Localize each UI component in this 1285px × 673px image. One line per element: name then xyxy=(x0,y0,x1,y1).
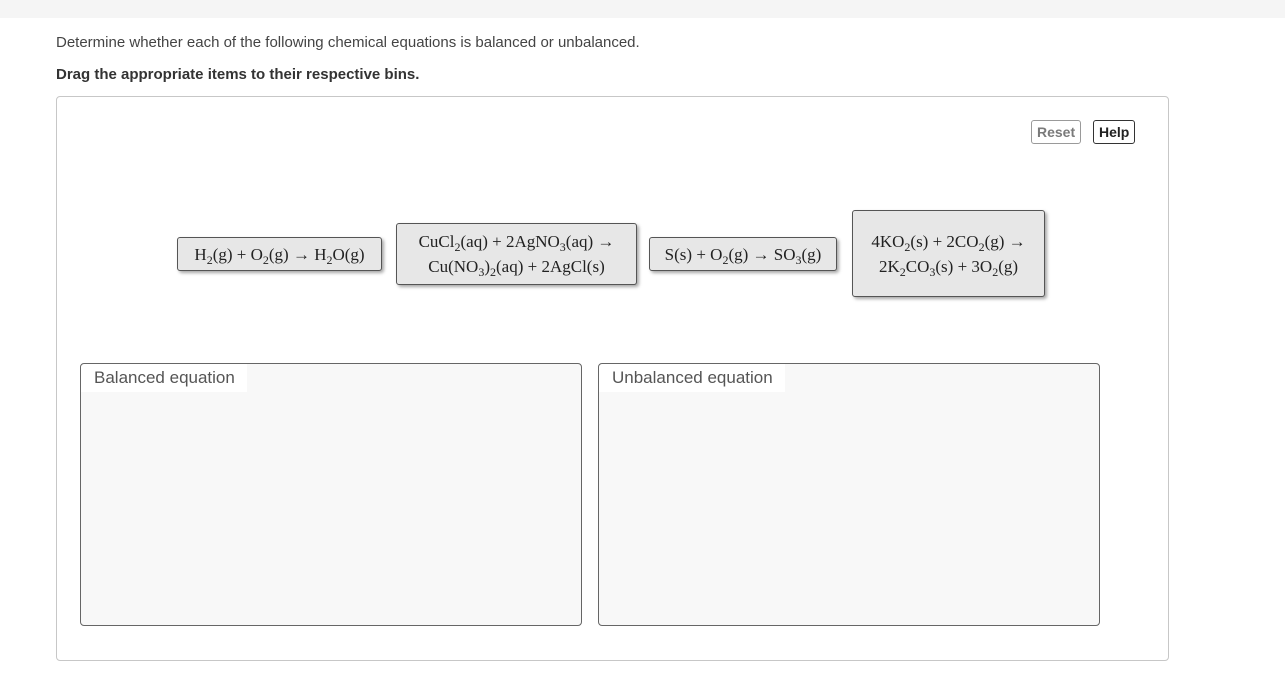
help-button[interactable]: Help xyxy=(1093,120,1136,144)
reset-button[interactable]: Reset xyxy=(1031,120,1082,144)
unbalanced-bin-label: Unbalanced equation xyxy=(599,364,785,392)
unbalanced-bin[interactable]: Unbalanced equation xyxy=(598,363,1100,626)
equation-line: 2K2CO3(s) + 3O2(g) xyxy=(878,256,1019,279)
draggable-equation-ko2-co2[interactable]: 4KO2(s) + 2CO2(g) → 2K2CO3(s) + 3O2(g) xyxy=(852,210,1045,297)
draggable-equation-h2-o2-h2o[interactable]: H2(g) + O2(g) → H2O(g) xyxy=(177,237,382,271)
drag-drop-panel: Reset Help H2(g) + O2(g) → H2O(g) CuCl2(… xyxy=(56,96,1169,661)
equation-line: H2(g) + O2(g) → H2O(g) xyxy=(194,244,365,267)
equation-line: S(s) + O2(g) → SO3(g) xyxy=(664,244,822,267)
draggable-equation-s-o2-so3[interactable]: S(s) + O2(g) → SO3(g) xyxy=(649,237,837,271)
equation-line: Cu(NO3)2(aq) + 2AgCl(s) xyxy=(428,257,605,279)
drag-instructions: Drag the appropriate items to their resp… xyxy=(56,66,420,83)
draggable-equation-cucl2-agno3[interactable]: CuCl2(aq) + 2AgNO3(aq) → Cu(NO3)2(aq) + … xyxy=(396,223,637,285)
equation-line: CuCl2(aq) + 2AgNO3(aq) → xyxy=(418,232,615,254)
balanced-bin[interactable]: Balanced equation xyxy=(80,363,582,626)
instructions-text: Determine whether each of the following … xyxy=(56,34,640,51)
balanced-bin-label: Balanced equation xyxy=(81,364,247,392)
top-bar xyxy=(0,0,1285,18)
equation-line: 4KO2(s) + 2CO2(g) → xyxy=(871,231,1026,254)
